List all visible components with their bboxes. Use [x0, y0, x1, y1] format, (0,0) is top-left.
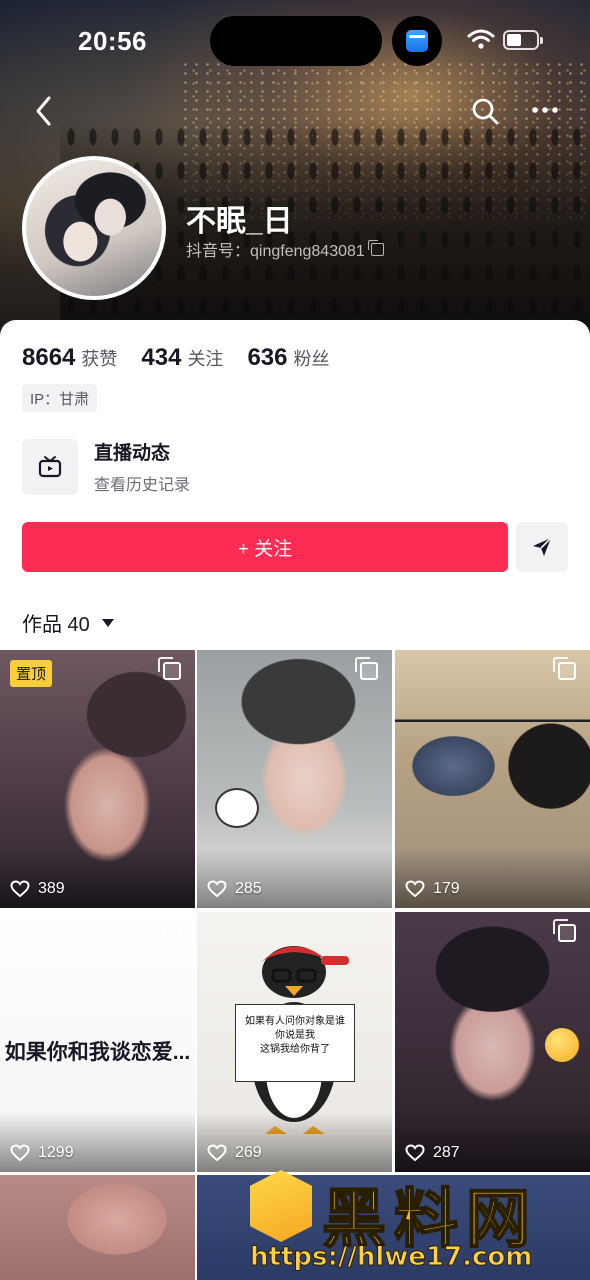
like-count: 269 — [207, 1144, 262, 1162]
multi-image-icon — [355, 657, 378, 680]
works-tab-label: 作品 40 — [22, 614, 90, 636]
share-button[interactable] — [516, 522, 568, 572]
island-app-indicator — [392, 16, 442, 66]
tile-shade — [0, 848, 195, 908]
wifi-icon — [467, 29, 495, 49]
dynamic-island — [210, 16, 382, 66]
heart-icon — [207, 880, 227, 898]
sign-line: 你说是我 — [275, 1030, 315, 1041]
like-count-value: 389 — [38, 880, 65, 897]
like-count-value: 1299 — [38, 1144, 74, 1161]
sign-line: 如果有人问你对象是谁 — [245, 1016, 345, 1027]
stat-number: 8664 — [22, 344, 76, 371]
stat-label: 获赞 — [81, 349, 118, 369]
heart-icon — [10, 1144, 30, 1162]
douyin-id[interactable]: 抖音号：qingfeng843081 — [186, 237, 384, 261]
like-count: 285 — [207, 880, 262, 898]
stat-label: 粉丝 — [293, 349, 330, 369]
like-count-value: 285 — [235, 880, 262, 897]
search-icon[interactable] — [470, 96, 500, 126]
multi-image-icon — [553, 919, 576, 942]
avatar[interactable] — [22, 156, 166, 300]
copy-icon[interactable] — [367, 239, 384, 256]
like-count-value: 179 — [433, 880, 460, 897]
chevron-down-icon — [101, 618, 114, 627]
send-icon — [533, 537, 552, 556]
douyin-id-text: 抖音号：qingfeng843081 — [186, 243, 365, 260]
video-tile[interactable]: 如果你和我谈恋爱... 1299 — [0, 912, 195, 1172]
battery-icon — [503, 30, 543, 50]
live-title: 直播动态 — [94, 443, 171, 464]
tv-icon — [22, 438, 78, 495]
multi-image-icon — [553, 657, 576, 680]
tile-shade — [0, 1112, 195, 1172]
more-icon[interactable] — [530, 100, 560, 120]
wink-emoji-icon — [545, 1028, 579, 1062]
video-tile[interactable] — [0, 1175, 195, 1280]
ip-location-tag: IP：甘肃 — [22, 384, 98, 412]
like-count: 1299 — [10, 1144, 74, 1162]
meme-sign: 如果有人问你对象是谁 你说是我 这锅我给你背了 — [235, 1004, 355, 1082]
sign-line: 这锅我给你背了 — [260, 1044, 330, 1055]
tile-caption-text: 如果你和我谈恋爱... — [4, 1041, 191, 1064]
status-time: 20:56 — [78, 26, 147, 56]
like-count: 287 — [405, 1144, 460, 1162]
pinned-badge: 置顶 — [10, 660, 53, 687]
video-tile[interactable]: 287 — [395, 912, 590, 1172]
stat-likes[interactable]: 8664 获赞 — [22, 344, 117, 372]
nickname: 不眠_日 — [186, 205, 293, 238]
video-tile[interactable]: 285 — [197, 650, 392, 908]
video-tile[interactable]: 置顶 389 — [0, 650, 195, 908]
stat-number: 434 — [141, 344, 182, 371]
live-history-entry[interactable]: 直播动态 查看历史记录 — [22, 438, 190, 495]
back-icon[interactable] — [30, 94, 58, 128]
multi-image-icon — [158, 657, 181, 680]
stat-following[interactable]: 434 关注 — [141, 344, 223, 372]
like-count: 179 — [405, 880, 460, 898]
stat-followers[interactable]: 636 粉丝 — [247, 344, 329, 372]
follow-button[interactable]: + 关注 — [22, 522, 508, 572]
live-subtitle: 查看历史记录 — [94, 477, 191, 494]
like-count: 389 — [10, 880, 65, 898]
tile-shade — [395, 848, 590, 908]
files-app-icon — [406, 30, 428, 52]
stat-number: 636 — [247, 344, 288, 371]
sticker-icon — [215, 788, 259, 828]
watermark-url: https://hlwe17.com — [249, 1242, 533, 1273]
like-count-value: 269 — [235, 1144, 262, 1161]
stat-label: 关注 — [187, 349, 224, 369]
video-tile[interactable]: 179 — [395, 650, 590, 908]
video-tile[interactable]: 如果有人问你对象是谁 你说是我 这锅我给你背了 269 — [197, 912, 392, 1172]
heart-icon — [10, 880, 30, 898]
tile-shade — [197, 1112, 392, 1172]
tab-works[interactable]: 作品 40 — [22, 608, 114, 637]
tile-shade — [395, 1112, 590, 1172]
tile-shade — [197, 848, 392, 908]
multi-image-icon — [158, 919, 181, 942]
heart-icon — [405, 1144, 425, 1162]
like-count-value: 287 — [433, 1144, 460, 1161]
heart-icon — [207, 1144, 227, 1162]
heart-icon — [405, 880, 425, 898]
stats-row: 8664 获赞 434 关注 636 粉丝 — [22, 344, 329, 372]
